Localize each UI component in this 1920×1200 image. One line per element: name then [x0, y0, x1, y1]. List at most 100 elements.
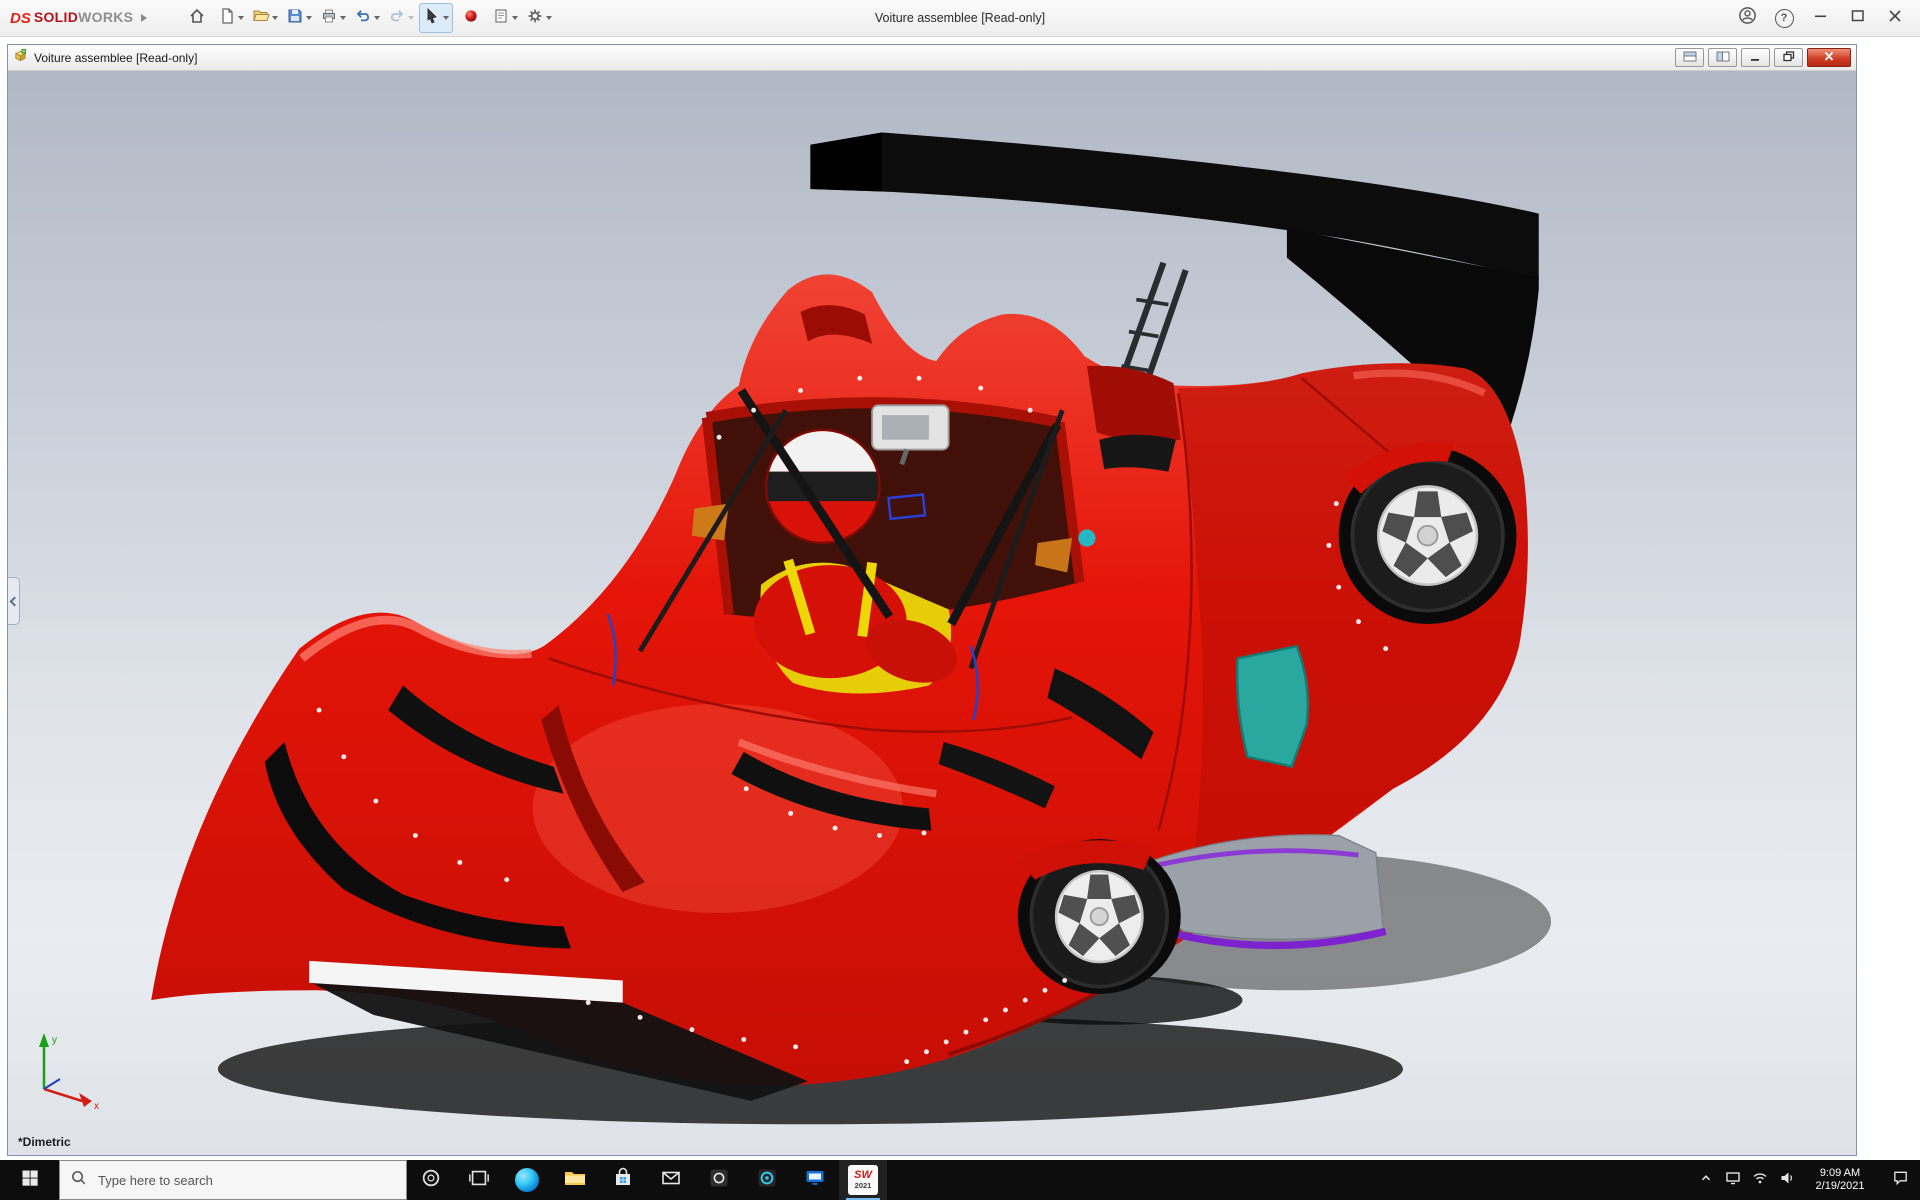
race-car-model — [8, 71, 1856, 1155]
solidworks-logo: DS SOLIDWORKS — [10, 9, 133, 27]
maximize-button[interactable] — [1847, 7, 1869, 29]
account-button[interactable] — [1736, 7, 1758, 29]
mail-icon — [659, 1166, 683, 1195]
minimize-button[interactable] — [1810, 7, 1832, 29]
monitor-icon — [1725, 1170, 1741, 1191]
help-button[interactable]: ? — [1773, 7, 1795, 29]
redo-icon — [388, 7, 406, 30]
doc-close-icon — [1823, 49, 1835, 67]
solidworks-taskbar-button[interactable]: SW 2021 — [839, 1160, 887, 1200]
save-button[interactable] — [283, 4, 315, 32]
close-icon — [1886, 7, 1904, 30]
action-center-icon — [1892, 1169, 1909, 1191]
camera-button[interactable] — [695, 1160, 743, 1200]
clock-time: 9:09 AM — [1802, 1167, 1878, 1180]
volume-icon — [1779, 1170, 1795, 1191]
display-app-icon — [803, 1166, 827, 1195]
doc-restore-button[interactable] — [1774, 48, 1803, 67]
media-button[interactable] — [743, 1160, 791, 1200]
dropdown-caret-icon[interactable] — [306, 16, 312, 20]
network-icon — [1752, 1170, 1768, 1191]
doc-minimize-button[interactable] — [1741, 48, 1770, 67]
network-tray-button[interactable] — [1746, 1160, 1773, 1200]
new-document-button[interactable] — [215, 4, 247, 32]
taskbar-search-box[interactable] — [59, 1160, 407, 1200]
cortana-icon — [420, 1167, 442, 1194]
edge-button[interactable] — [503, 1160, 551, 1200]
search-input[interactable] — [96, 1172, 396, 1189]
solidworks-icon: SW 2021 — [848, 1165, 878, 1195]
camera-icon — [707, 1166, 731, 1195]
redo-button[interactable] — [385, 4, 417, 32]
select-button[interactable] — [419, 3, 453, 33]
mail-button[interactable] — [647, 1160, 695, 1200]
ds-logo-icon: DS — [10, 10, 31, 27]
split-horizontal-button[interactable] — [1675, 48, 1704, 67]
search-icon — [70, 1169, 87, 1191]
task-view-button[interactable] — [455, 1160, 503, 1200]
triad-x-label: x — [94, 1101, 99, 1112]
volume-tray-button[interactable] — [1773, 1160, 1800, 1200]
maximize-icon — [1849, 7, 1867, 30]
brand-solid: SOLID — [34, 9, 78, 25]
store-button[interactable] — [599, 1160, 647, 1200]
teal-marker — [1078, 529, 1095, 546]
close-button[interactable] — [1884, 7, 1906, 29]
dropdown-caret-icon[interactable] — [272, 16, 278, 20]
print-icon — [320, 7, 338, 30]
dropdown-caret-icon[interactable] — [374, 16, 380, 20]
action-center-button[interactable] — [1880, 1160, 1920, 1200]
document-properties-button[interactable] — [489, 4, 521, 32]
app-client-area: Voiture assemblee [Read-only] — [0, 37, 1920, 1160]
dropdown-caret-icon[interactable] — [546, 16, 552, 20]
document-titlebar[interactable]: Voiture assemblee [Read-only] — [8, 45, 1856, 71]
cortana-button[interactable] — [407, 1160, 455, 1200]
assembly-document-icon — [13, 48, 28, 68]
dropdown-caret-icon[interactable] — [512, 16, 518, 20]
account-icon — [1738, 6, 1757, 30]
save-icon — [286, 7, 304, 30]
expand-menu-icon[interactable] — [141, 14, 147, 22]
print-button[interactable] — [317, 4, 349, 32]
options-button[interactable] — [523, 4, 555, 32]
graphics-viewport[interactable]: y x *Dimetric — [8, 71, 1856, 1155]
new-document-icon — [218, 7, 236, 30]
dropdown-caret-icon[interactable] — [408, 16, 414, 20]
monitor-tray-button[interactable] — [1719, 1160, 1746, 1200]
mouse-gesture-button[interactable] — [455, 4, 487, 32]
front-right-wheel — [1018, 839, 1181, 994]
dropdown-caret-icon[interactable] — [443, 16, 449, 20]
store-icon — [611, 1166, 635, 1195]
hidden-icons-caret-icon — [1699, 1171, 1713, 1190]
task-view-icon — [468, 1167, 490, 1194]
document-window-controls — [1675, 48, 1851, 67]
hidden-icons-button[interactable] — [1692, 1160, 1719, 1200]
windows-taskbar: SW 2021 9:09 AM 2/19/2021 — [0, 1160, 1920, 1200]
split-vertical-icon — [1716, 49, 1730, 67]
doc-close-button[interactable] — [1807, 48, 1851, 67]
dropdown-caret-icon[interactable] — [340, 16, 346, 20]
split-vertical-button[interactable] — [1708, 48, 1737, 67]
split-horizontal-icon — [1683, 49, 1697, 67]
feature-tree-collapse-tab[interactable] — [8, 577, 20, 625]
doc-restore-icon — [1783, 49, 1795, 67]
undo-icon — [354, 7, 372, 30]
app-window-title: Voiture assemblee [Read-only] — [875, 11, 1045, 25]
home-button[interactable] — [181, 4, 213, 32]
open-icon — [252, 7, 270, 30]
taskbar-clock[interactable]: 9:09 AM 2/19/2021 — [1800, 1167, 1880, 1193]
dropdown-caret-icon[interactable] — [238, 16, 244, 20]
display-app-button[interactable] — [791, 1160, 839, 1200]
options-gear-icon — [526, 7, 544, 30]
red-sphere-icon — [462, 7, 480, 30]
file-explorer-button[interactable] — [551, 1160, 599, 1200]
teal-window — [1237, 646, 1308, 766]
minimize-icon — [1812, 7, 1830, 30]
quick-toolbar — [181, 3, 555, 33]
clock-date: 2/19/2021 — [1802, 1180, 1878, 1193]
doc-minimize-icon — [1750, 49, 1762, 67]
undo-button[interactable] — [351, 4, 383, 32]
file-explorer-icon — [563, 1166, 587, 1195]
start-button[interactable] — [0, 1160, 59, 1200]
open-button[interactable] — [249, 4, 281, 32]
